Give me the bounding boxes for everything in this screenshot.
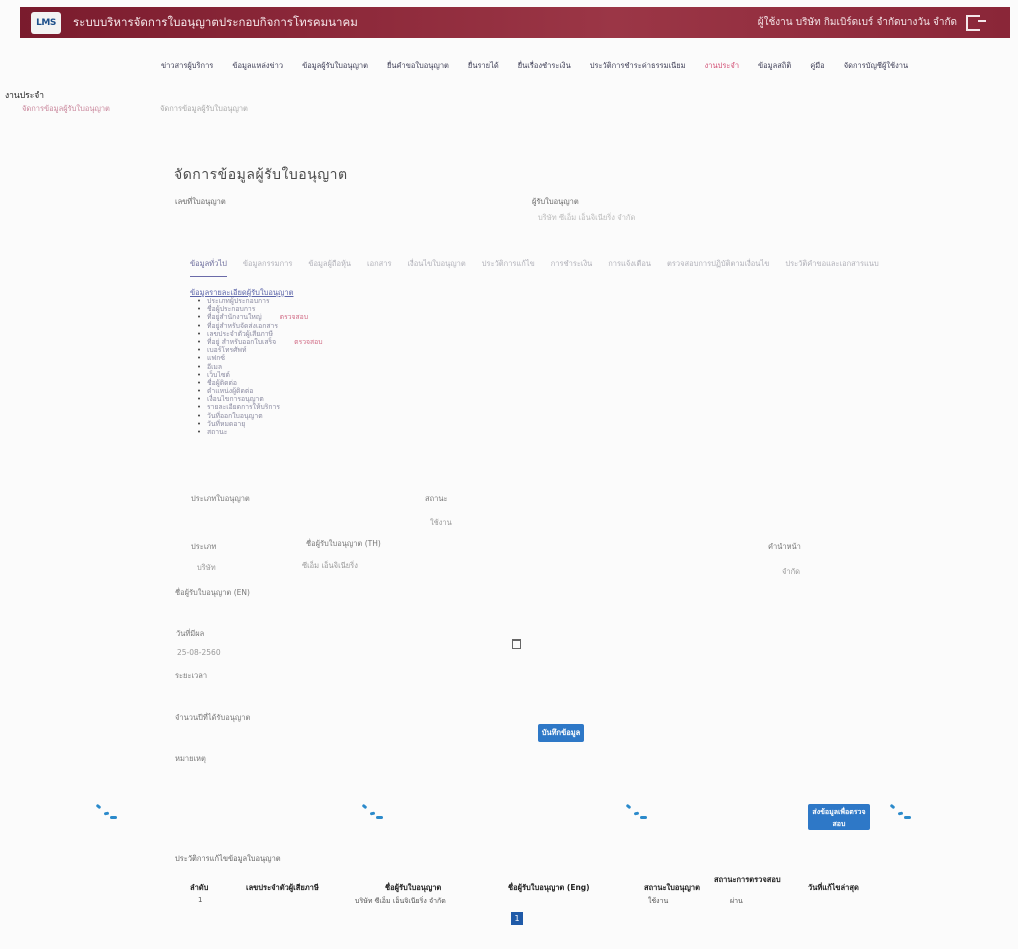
user-name: ผู้ใช้งาน บริษัท กิมเบิร์ดเบร์ จำกัดบางว…	[757, 17, 957, 28]
license-type-label: ประเภทใบอนุญาต	[191, 494, 250, 503]
tab-general[interactable]: ข้อมูลทั่วไป	[190, 258, 227, 277]
tab-directors[interactable]: ข้อมูลกรรมการ	[243, 258, 293, 277]
list-item: เลขประจำตัวผู้เสียภาษี	[197, 330, 323, 338]
user-area: ผู้ใช้งาน บริษัท กิมเบิร์ดเบร์ จำกัดบางว…	[757, 7, 986, 38]
nav-item-fee-history[interactable]: ประวัติการชำระค่าธรรมเนียม	[590, 60, 686, 72]
sidebar-item-licensee[interactable]: จัดการข้อมูลผู้รับใบอนุญาต	[22, 103, 110, 115]
calendar-icon[interactable]	[512, 639, 521, 649]
status-select[interactable]: ใช้งาน	[430, 517, 452, 529]
list-item: วันที่หมดอายุ	[197, 420, 323, 428]
list-item: อีเมล	[197, 363, 323, 371]
column-header: ชื่อผู้รับใบอนุญาต (Eng)	[508, 883, 590, 892]
tab-conditions[interactable]: เงื่อนไขใบอนุญาต	[407, 258, 465, 277]
remark-label: หมายเหตุ	[175, 754, 206, 763]
breadcrumb[interactable]: จัดการข้อมูลผู้รับใบอนุญาต	[160, 103, 248, 115]
tab-alerts[interactable]: การแจ้งเตือน	[608, 258, 651, 277]
column-header: ลำดับ	[190, 883, 209, 892]
nav-item-sources[interactable]: ข้อมูลแหล่งข่าว	[232, 60, 283, 72]
list-item: ที่อยู่สำหรับจัดส่งเอกสาร	[197, 322, 323, 330]
nav-item-manual[interactable]: คู่มือ	[810, 60, 824, 72]
detail-tabs: ข้อมูลทั่วไป ข้อมูลกรรมการ ข้อมูลผู้ถือห…	[190, 258, 895, 277]
main-nav: ข่าวสารผู้บริการ ข้อมูลแหล่งข่าว ข้อมูลผ…	[161, 60, 927, 72]
list-item: เว็บไซต์	[197, 371, 323, 379]
sidebar-title: งานประจำ	[5, 91, 45, 101]
tab-history[interactable]: ประวัติการแก้ไข	[482, 258, 535, 277]
nav-item-revenue[interactable]: ยื่นรายได้	[468, 60, 499, 72]
save-button[interactable]: บันทึกข้อมูล	[538, 724, 584, 742]
table-cell: ผ่าน	[730, 897, 743, 905]
list-item: เบอร์โทรศัพท์	[197, 346, 323, 354]
list-item: วันที่ออกใบอนุญาต	[197, 412, 323, 420]
doc-list: ประเภทผู้ประกอบการ ชื่อผู้ประกอบการ ที่อ…	[197, 297, 323, 436]
nav-item-payment[interactable]: ยื่นเรื่องชำระเงิน	[518, 60, 571, 72]
list-item: ประเภทผู้ประกอบการ	[197, 297, 323, 305]
nav-item-accounts[interactable]: จัดการบัญชีผู้ใช้งาน	[844, 60, 908, 72]
app-title: ระบบบริหารจัดการใบอนุญาตประกอบกิจการโทรค…	[73, 14, 358, 29]
list-item: แฟกซ์	[197, 354, 323, 362]
effective-date-label: วันที่มีผล	[176, 629, 205, 638]
table-cell: ใช้งาน	[648, 897, 669, 905]
list-item: เงื่อนไขการอนุญาต	[197, 395, 323, 403]
loading-spinner	[95, 803, 118, 823]
logout-icon[interactable]	[966, 14, 986, 31]
loading-spinner	[889, 803, 912, 823]
years-label: จำนวนปีที่ได้รับอนุญาต	[175, 713, 251, 722]
company-type-label: ประเภท	[191, 542, 217, 551]
column-header: ชื่อผู้รับใบอนุญาต	[385, 883, 442, 892]
top-header: LMS ระบบบริหารจัดการใบอนุญาตประกอบกิจการ…	[20, 7, 1010, 38]
table-cell: 1	[198, 896, 203, 904]
name-th-label: ชื่อผู้รับใบอนุญาต (TH)	[306, 539, 381, 548]
column-header: สถานะการตรวจสอบ	[714, 875, 781, 884]
loading-spinner	[361, 803, 384, 823]
nav-item-licensee[interactable]: ข้อมูลผู้รับใบอนุญาต	[302, 60, 368, 72]
column-header: วันที่แก้ไขล่าสุด	[808, 883, 859, 892]
company-type-select[interactable]: บริษัท	[197, 562, 216, 574]
suffix-select[interactable]: จำกัด	[782, 566, 800, 578]
list-item: ชื่อผู้ติดต่อ	[197, 379, 323, 387]
tab-compliance[interactable]: ตรวจสอบการปฏิบัติตามเงื่อนไข	[667, 258, 769, 277]
tab-payment[interactable]: การชำระเงิน	[551, 258, 593, 277]
table-caption: ประวัติการแก้ไขข้อมูลใบอนุญาต	[175, 854, 281, 863]
list-item: ที่อยู่สำนักงานใหญ่ตรวจสอบ	[197, 313, 323, 321]
tab-shareholders[interactable]: ข้อมูลผู้ถือหุ้น	[308, 258, 351, 277]
nav-item-news[interactable]: ข่าวสารผู้บริการ	[161, 60, 213, 72]
tab-documents[interactable]: เอกสาร	[367, 258, 391, 277]
pagination-current-page[interactable]: 1	[511, 912, 523, 925]
tab-requests[interactable]: ประวัติคำขอและเอกสารแนบ	[785, 258, 878, 277]
list-item: ที่อยู่ สำหรับออกใบเสร็จตรวจสอบ	[197, 338, 323, 346]
nav-item-apply[interactable]: ยื่นคำขอใบอนุญาต	[387, 60, 449, 72]
duration-label: ระยะเวลา	[175, 671, 208, 680]
suffix-label: คำนำหน้า	[768, 542, 801, 551]
list-item: สถานะ	[197, 428, 323, 436]
name-th-input[interactable]: ซีเอ็ม เอ็นจิเนียริ่ง	[302, 560, 358, 572]
nav-item-routine[interactable]: งานประจำ	[705, 60, 739, 72]
column-header: เลขประจำตัวผู้เสียภาษี	[246, 883, 319, 892]
nav-item-statistics[interactable]: ข้อมูลสถิติ	[758, 60, 791, 72]
status-label: สถานะ	[425, 494, 448, 503]
loading-spinner	[625, 803, 648, 823]
effective-date-input[interactable]: 25-08-2560	[177, 648, 221, 657]
page-title: จัดการข้อมูลผู้รับใบอนุญาต	[174, 167, 348, 183]
submit-review-button[interactable]: ส่งข้อมูลเพื่อตรวจสอบ	[808, 804, 870, 830]
name-en-label: ชื่อผู้รับใบอนุญาต (EN)	[175, 588, 250, 597]
licensee-value: บริษัท ซีเอ็ม เอ็นจิเนียริ่ง จำกัด	[538, 213, 636, 222]
list-item: รายละเอียดการให้บริการ	[197, 403, 323, 411]
table-cell: บริษัท ซีเอ็ม เอ็นจิเนียริ่ง จำกัด	[355, 897, 446, 905]
column-header: สถานะใบอนุญาต	[644, 883, 701, 892]
licensee-label: ผู้รับใบอนุญาต	[532, 197, 579, 206]
license-number-label: เลขที่ใบอนุญาต	[175, 197, 226, 206]
lms-logo[interactable]: LMS	[31, 11, 61, 34]
